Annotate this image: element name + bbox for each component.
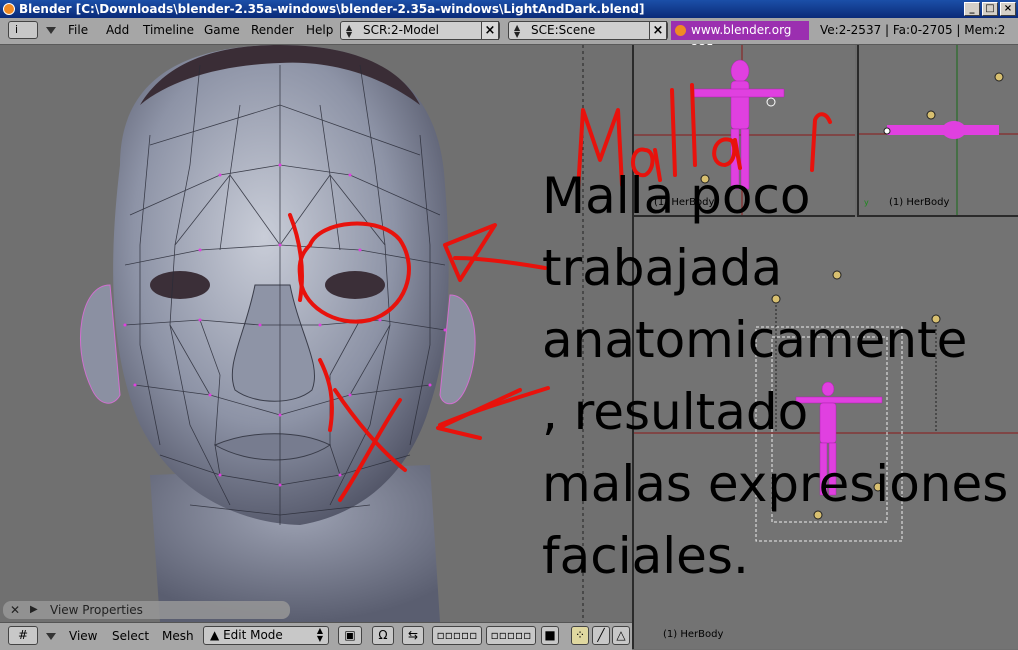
mode-selector[interactable]: ▲ Edit Mode ▲ ▼ [203,626,329,645]
blender-logo-icon [675,25,686,36]
updown-arrows-icon: ▲ ▼ [346,23,353,39]
delete-scene-button[interactable]: × [649,21,667,40]
view-properties-panel[interactable]: ✕ ▶ View Properties [3,601,290,619]
window-type-button[interactable]: # [8,626,38,645]
menu-file[interactable]: File [68,23,88,37]
menu-timeline[interactable]: Timeline [143,23,194,37]
layer-buttons-group-1[interactable]: ▫▫▫▫▫ [432,626,482,645]
menu-add[interactable]: Add [106,23,129,37]
annotation-line: , resultado [542,383,809,441]
close-panel-icon[interactable]: ✕ [10,601,20,619]
scene-stats: Ve:2-2537 | Fa:0-2705 | Mem:2 [820,23,1006,37]
expand-panel-icon[interactable]: ▶ [30,601,38,619]
menu-game[interactable]: Game [204,23,240,37]
annotation-line: faciales. [542,527,749,585]
updown-arrows-icon: ▲ ▼ [514,23,521,39]
snap-button[interactable]: ⇆ [402,626,424,645]
collapse-menu-icon[interactable] [46,27,56,34]
face-select-button[interactable]: △ [612,626,630,645]
annotation-line: Malla poco [542,167,811,225]
scene-name: SCE:Scene [531,23,596,37]
edge-icon: ╱ [597,628,605,642]
updown-arrows-icon: ▲ ▼ [316,626,323,643]
layers-icon: ▫▫▫▫▫ [436,628,478,642]
layers-icon: ▫▫▫▫▫ [490,628,532,642]
annotation-line: trabajada [542,239,783,297]
vertex-icon: ⁘ [574,628,586,642]
grid-icon: # [17,628,29,642]
annotation-line: anatomicamente [542,311,968,369]
annotation-text: Malla poco trabajada anatomicamente , re… [542,160,1018,592]
screen-selector[interactable]: ▲ ▼ SCR:2-Model × [340,21,500,40]
edge-select-button[interactable]: ╱ [592,626,610,645]
delete-screen-button[interactable]: × [481,21,499,40]
view-properties-label: View Properties [50,603,143,617]
menu-render[interactable]: Render [251,23,294,37]
pivot-button[interactable]: Ω [372,626,394,645]
minimize-button[interactable]: _ [964,2,980,16]
menu-view[interactable]: View [69,629,97,643]
viewport-header-bar: # View Select Mesh ▲ Edit Mode ▲ ▼ ▣ Ω ⇆ … [0,622,632,650]
info-window-type-button[interactable]: i [8,21,38,39]
draw-type-button[interactable]: ▣ [338,626,362,645]
main-3d-viewport[interactable] [0,45,632,622]
edit-mode-icon: ▲ [210,628,220,642]
layer-buttons-group-2[interactable]: ▫▫▫▫▫ [486,626,536,645]
lock-icon: ■ [544,628,556,642]
blender-url-link[interactable]: www.blender.org 235 [671,21,809,56]
title-bar: Blender [C:\Downloads\blender-2.35a-wind… [0,0,1018,18]
blender-logo-icon [3,3,15,15]
window-title: Blender [C:\Downloads\blender-2.35a-wind… [19,2,645,16]
maximize-button[interactable]: □ [982,2,998,16]
menu-select[interactable]: Select [112,629,149,643]
vertex-select-button[interactable]: ⁘ [571,626,589,645]
menu-mesh[interactable]: Mesh [162,629,194,643]
scene-selector[interactable]: ▲ ▼ SCE:Scene × [508,21,668,40]
snap-icon: ⇆ [407,628,419,642]
lock-layers-button[interactable]: ■ [541,626,559,645]
menu-help[interactable]: Help [306,23,333,37]
info-icon: i [15,23,19,36]
collapse-header-icon[interactable] [46,633,56,640]
head-mesh-render [80,45,584,622]
magnet-icon: Ω [378,628,388,642]
side-view-object-label: (1) HerBody [663,629,724,640]
mode-label: Edit Mode [223,628,283,642]
close-button[interactable]: × [1000,2,1016,16]
face-icon: △ [616,628,626,642]
cube-icon: ▣ [344,628,356,642]
annotation-line: malas expresiones [542,455,1009,513]
screen-name: SCR:2-Model [363,23,440,37]
